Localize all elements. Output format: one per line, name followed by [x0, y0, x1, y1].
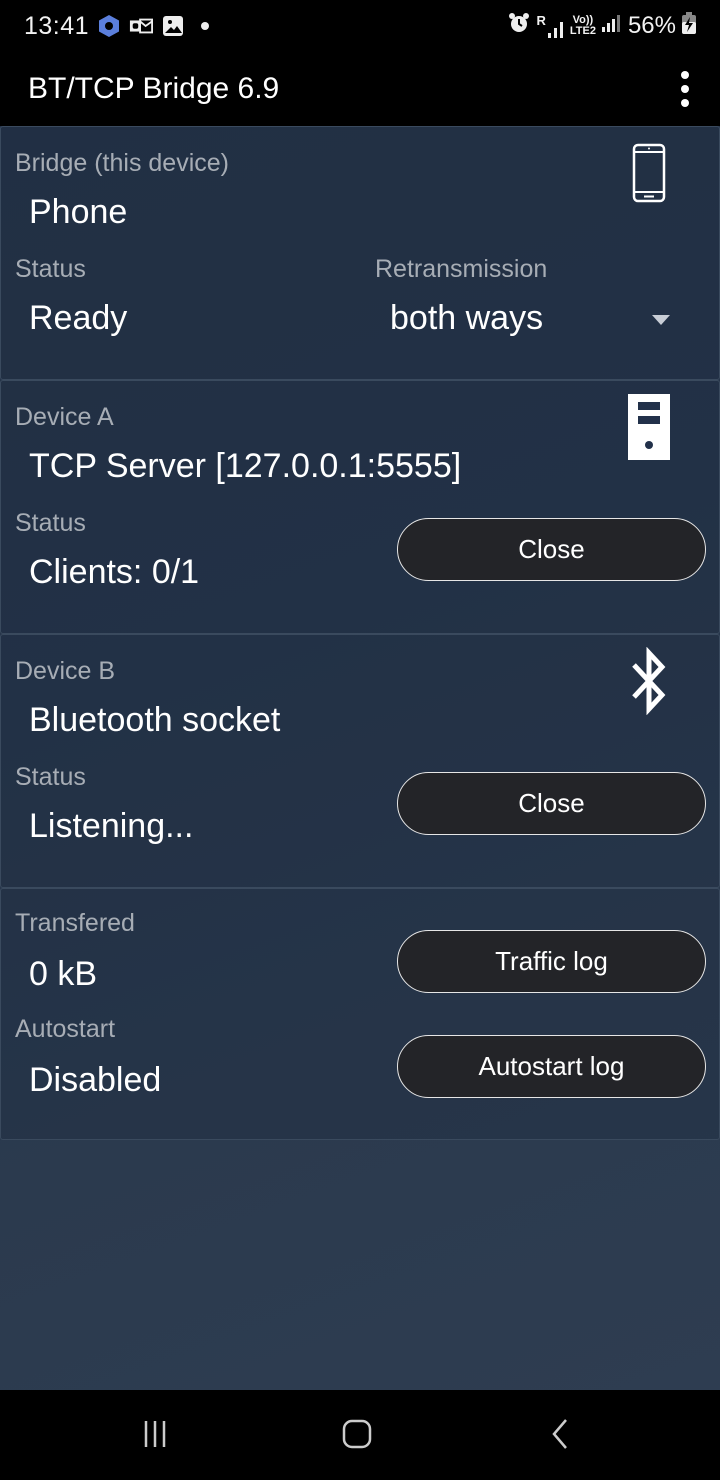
navigation-bar [0, 1390, 720, 1480]
gallery-icon [161, 14, 185, 38]
device-b-name: Bluetooth socket [29, 701, 281, 739]
battery-charging-icon [682, 12, 696, 40]
bluetooth-icon [630, 646, 668, 720]
device-a-status-label: Status [15, 509, 86, 537]
more-dot-icon [193, 14, 217, 38]
server-icon [628, 394, 670, 465]
back-icon[interactable] [535, 1412, 585, 1456]
clock: 13:41 [24, 11, 90, 40]
bridge-status-value: Ready [29, 299, 128, 337]
autostart-value: Disabled [29, 1061, 162, 1099]
overflow-menu-icon[interactable] [670, 69, 700, 109]
transfered-label: Transfered [15, 909, 135, 937]
autostart-label: Autostart [15, 1015, 116, 1043]
transfered-value: 0 kB [29, 955, 98, 993]
traffic-log-button[interactable]: Traffic log [397, 930, 706, 993]
retransmission-dropdown[interactable]: both ways [375, 287, 695, 347]
device-b-label: Device B [15, 657, 116, 685]
app-title: BT/TCP Bridge 6.9 [28, 72, 280, 105]
chevron-down-icon [651, 313, 671, 331]
device-b-status-value: Listening... [29, 807, 194, 845]
retransmission-value: both ways [390, 299, 544, 337]
signal-icon [601, 13, 622, 39]
device-a-label: Device A [15, 403, 114, 431]
roaming-label: R [536, 13, 546, 28]
main-content: Bridge (this device) Phone Status Ready … [0, 126, 720, 1390]
device-b-card: Device B Bluetooth socket Status Listeni… [0, 634, 720, 888]
bridge-status-label: Status [15, 255, 86, 283]
device-a-name: TCP Server [127.0.0.1:5555] [29, 447, 462, 485]
device-b-status-label: Status [15, 763, 86, 791]
bridge-label: Bridge (this device) [15, 149, 229, 177]
autostart-log-button[interactable]: Autostart log [397, 1035, 706, 1098]
alarm-icon [508, 12, 530, 40]
status-right: R Vo)) LTE2 56% [508, 12, 696, 40]
app-notification-icon [97, 14, 121, 38]
app-bar: BT/TCP Bridge 6.9 [0, 52, 720, 126]
device-a-status-value: Clients: 0/1 [29, 553, 200, 591]
status-bar: 13:41 R Vo)) LTE2 56% [0, 0, 720, 52]
roaming-signal-icon: R [536, 14, 563, 38]
retransmission-label: Retransmission [375, 255, 548, 283]
stats-card: Transfered 0 kB Traffic log Autostart Di… [0, 888, 720, 1140]
bridge-device-name: Phone [29, 193, 128, 231]
device-b-close-button[interactable]: Close [397, 772, 706, 835]
lte-label: LTE2 [569, 25, 596, 37]
home-icon[interactable] [332, 1412, 382, 1456]
recents-icon[interactable] [130, 1412, 180, 1456]
status-left: 13:41 [24, 12, 217, 41]
volte-lte2-icon: Vo)) LTE2 [570, 15, 596, 37]
device-a-close-button[interactable]: Close [397, 518, 706, 581]
phone-icon [632, 143, 666, 208]
device-a-card: Device A TCP Server [127.0.0.1:5555] Sta… [0, 380, 720, 634]
bridge-card: Bridge (this device) Phone Status Ready … [0, 126, 720, 380]
outlook-icon [129, 14, 154, 38]
battery-percent: 56% [627, 12, 676, 39]
